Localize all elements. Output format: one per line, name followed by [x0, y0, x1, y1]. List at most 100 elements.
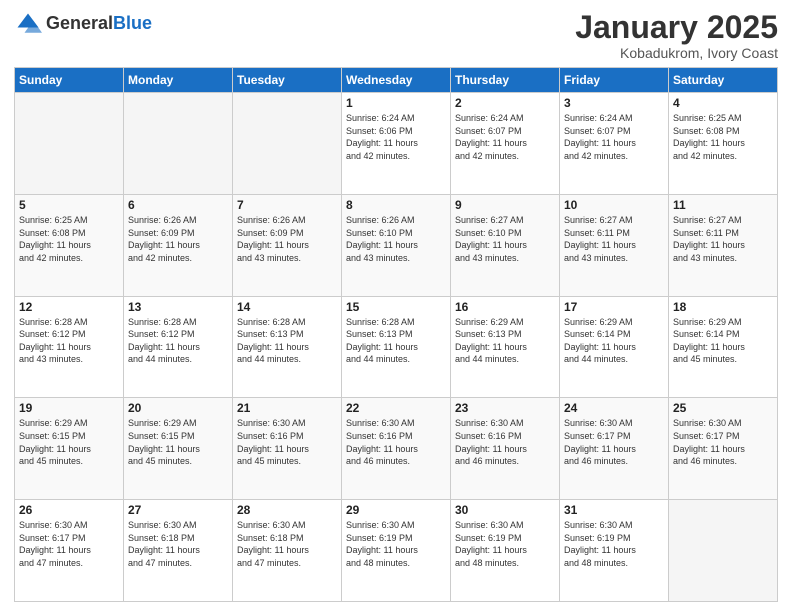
calendar-cell: 18Sunrise: 6:29 AM Sunset: 6:14 PM Dayli… — [669, 296, 778, 398]
calendar-cell — [669, 500, 778, 602]
calendar-header-saturday: Saturday — [669, 68, 778, 93]
day-info: Sunrise: 6:30 AM Sunset: 6:19 PM Dayligh… — [455, 519, 555, 569]
day-number: 26 — [19, 503, 119, 517]
day-number: 15 — [346, 300, 446, 314]
day-number: 2 — [455, 96, 555, 110]
day-info: Sunrise: 6:27 AM Sunset: 6:11 PM Dayligh… — [673, 214, 773, 264]
day-number: 13 — [128, 300, 228, 314]
day-info: Sunrise: 6:26 AM Sunset: 6:09 PM Dayligh… — [237, 214, 337, 264]
day-number: 16 — [455, 300, 555, 314]
calendar-header-thursday: Thursday — [451, 68, 560, 93]
day-number: 7 — [237, 198, 337, 212]
calendar-cell: 24 Sunrise: 6:30 AM Sunset: 6:17 PM Dayli… — [560, 398, 669, 500]
day-info: Sunrise: 6:26 AM Sunset: 6:10 PM Dayligh… — [346, 214, 446, 264]
calendar-header-tuesday: Tuesday — [233, 68, 342, 93]
calendar-header-friday: Friday — [560, 68, 669, 93]
logo-icon — [14, 10, 42, 38]
header: GeneralBlue January 2025 Kobadukrom, Ivo… — [14, 10, 778, 61]
day-number: 3 — [564, 96, 664, 110]
day-info: Sunrise: 6:30 AM Sunset: 6:19 PM Dayligh… — [346, 519, 446, 569]
day-number: 11 — [673, 198, 773, 212]
day-number: 10 — [564, 198, 664, 212]
calendar-cell: 14Sunrise: 6:28 AM Sunset: 6:13 PM Dayli… — [233, 296, 342, 398]
calendar-cell: 1 Sunrise: 6:24 AM Sunset: 6:06 PM Daylig… — [342, 93, 451, 195]
day-info: Sunrise: 6:30 AM Sunset: 6:16 PM Dayligh… — [346, 417, 446, 467]
calendar-cell: 21Sunrise: 6:30 AM Sunset: 6:16 PM Dayli… — [233, 398, 342, 500]
day-info: Sunrise: 6:30 AM Sunset: 6:17 PM Dayligh… — [564, 417, 664, 467]
day-number: 6 — [128, 198, 228, 212]
calendar-cell: 8 Sunrise: 6:26 AM Sunset: 6:10 PM Daylig… — [342, 194, 451, 296]
calendar-cell — [124, 93, 233, 195]
day-info: Sunrise: 6:24 AM Sunset: 6:06 PM Dayligh… — [346, 112, 446, 162]
day-info: Sunrise: 6:28 AM Sunset: 6:12 PM Dayligh… — [19, 316, 119, 366]
day-info: Sunrise: 6:30 AM Sunset: 6:18 PM Dayligh… — [237, 519, 337, 569]
calendar-cell: 19 Sunrise: 6:29 AM Sunset: 6:15 PM Dayli… — [15, 398, 124, 500]
day-info: Sunrise: 6:25 AM Sunset: 6:08 PM Dayligh… — [19, 214, 119, 264]
day-number: 17 — [564, 300, 664, 314]
calendar-cell: 26 Sunrise: 6:30 AM Sunset: 6:17 PM Dayli… — [15, 500, 124, 602]
day-info: Sunrise: 6:26 AM Sunset: 6:09 PM Dayligh… — [128, 214, 228, 264]
day-number: 21 — [237, 401, 337, 415]
page: GeneralBlue January 2025 Kobadukrom, Ivo… — [0, 0, 792, 612]
day-number: 20 — [128, 401, 228, 415]
day-number: 25 — [673, 401, 773, 415]
calendar-cell: 25 Sunrise: 6:30 AM Sunset: 6:17 PM Dayli… — [669, 398, 778, 500]
day-number: 30 — [455, 503, 555, 517]
calendar-cell: 7 Sunrise: 6:26 AM Sunset: 6:09 PM Daylig… — [233, 194, 342, 296]
day-info: Sunrise: 6:25 AM Sunset: 6:08 PM Dayligh… — [673, 112, 773, 162]
calendar-cell — [15, 93, 124, 195]
logo-general: General — [46, 14, 113, 34]
day-info: Sunrise: 6:24 AM Sunset: 6:07 PM Dayligh… — [564, 112, 664, 162]
calendar-cell: 4Sunrise: 6:25 AM Sunset: 6:08 PM Daylig… — [669, 93, 778, 195]
calendar-cell: 9 Sunrise: 6:27 AM Sunset: 6:10 PM Daylig… — [451, 194, 560, 296]
day-info: Sunrise: 6:27 AM Sunset: 6:10 PM Dayligh… — [455, 214, 555, 264]
day-number: 31 — [564, 503, 664, 517]
day-number: 9 — [455, 198, 555, 212]
calendar-cell: 29 Sunrise: 6:30 AM Sunset: 6:19 PM Dayli… — [342, 500, 451, 602]
day-info: Sunrise: 6:28 AM Sunset: 6:12 PM Dayligh… — [128, 316, 228, 366]
calendar-cell: 11 Sunrise: 6:27 AM Sunset: 6:11 PM Dayli… — [669, 194, 778, 296]
calendar-table: SundayMondayTuesdayWednesdayThursdayFrid… — [14, 67, 778, 602]
calendar-header-monday: Monday — [124, 68, 233, 93]
calendar-cell: 10 Sunrise: 6:27 AM Sunset: 6:11 PM Dayli… — [560, 194, 669, 296]
logo-text: GeneralBlue — [46, 14, 152, 34]
day-info: Sunrise: 6:28 AM Sunset: 6:13 PM Dayligh… — [346, 316, 446, 366]
calendar-cell: 6 Sunrise: 6:26 AM Sunset: 6:09 PM Daylig… — [124, 194, 233, 296]
day-info: Sunrise: 6:29 AM Sunset: 6:15 PM Dayligh… — [128, 417, 228, 467]
calendar-header-sunday: Sunday — [15, 68, 124, 93]
day-number: 28 — [237, 503, 337, 517]
day-number: 12 — [19, 300, 119, 314]
calendar-cell: 22 Sunrise: 6:30 AM Sunset: 6:16 PM Dayli… — [342, 398, 451, 500]
day-info: Sunrise: 6:30 AM Sunset: 6:17 PM Dayligh… — [673, 417, 773, 467]
day-number: 22 — [346, 401, 446, 415]
calendar-header-row: SundayMondayTuesdayWednesdayThursdayFrid… — [15, 68, 778, 93]
day-number: 18 — [673, 300, 773, 314]
day-info: Sunrise: 6:30 AM Sunset: 6:19 PM Dayligh… — [564, 519, 664, 569]
day-number: 14 — [237, 300, 337, 314]
day-info: Sunrise: 6:24 AM Sunset: 6:07 PM Dayligh… — [455, 112, 555, 162]
day-number: 29 — [346, 503, 446, 517]
day-number: 27 — [128, 503, 228, 517]
calendar-week-3: 12 Sunrise: 6:28 AM Sunset: 6:12 PM Dayli… — [15, 296, 778, 398]
day-number: 5 — [19, 198, 119, 212]
title-block: January 2025 Kobadukrom, Ivory Coast — [575, 10, 778, 61]
day-info: Sunrise: 6:30 AM Sunset: 6:17 PM Dayligh… — [19, 519, 119, 569]
day-number: 19 — [19, 401, 119, 415]
day-info: Sunrise: 6:30 AM Sunset: 6:18 PM Dayligh… — [128, 519, 228, 569]
calendar-cell — [233, 93, 342, 195]
day-info: Sunrise: 6:27 AM Sunset: 6:11 PM Dayligh… — [564, 214, 664, 264]
day-info: Sunrise: 6:29 AM Sunset: 6:13 PM Dayligh… — [455, 316, 555, 366]
day-number: 24 — [564, 401, 664, 415]
calendar-week-1: 1 Sunrise: 6:24 AM Sunset: 6:06 PM Daylig… — [15, 93, 778, 195]
calendar-cell: 16 Sunrise: 6:29 AM Sunset: 6:13 PM Dayli… — [451, 296, 560, 398]
day-info: Sunrise: 6:29 AM Sunset: 6:14 PM Dayligh… — [564, 316, 664, 366]
day-number: 1 — [346, 96, 446, 110]
calendar-cell: 20 Sunrise: 6:29 AM Sunset: 6:15 PM Dayli… — [124, 398, 233, 500]
day-number: 8 — [346, 198, 446, 212]
calendar-cell: 27 Sunrise: 6:30 AM Sunset: 6:18 PM Dayli… — [124, 500, 233, 602]
calendar-cell: 28 Sunrise: 6:30 AM Sunset: 6:18 PM Dayli… — [233, 500, 342, 602]
calendar-cell: 2 Sunrise: 6:24 AM Sunset: 6:07 PM Daylig… — [451, 93, 560, 195]
calendar-cell: 13 Sunrise: 6:28 AM Sunset: 6:12 PM Dayli… — [124, 296, 233, 398]
calendar-cell: 12 Sunrise: 6:28 AM Sunset: 6:12 PM Dayli… — [15, 296, 124, 398]
day-info: Sunrise: 6:29 AM Sunset: 6:15 PM Dayligh… — [19, 417, 119, 467]
